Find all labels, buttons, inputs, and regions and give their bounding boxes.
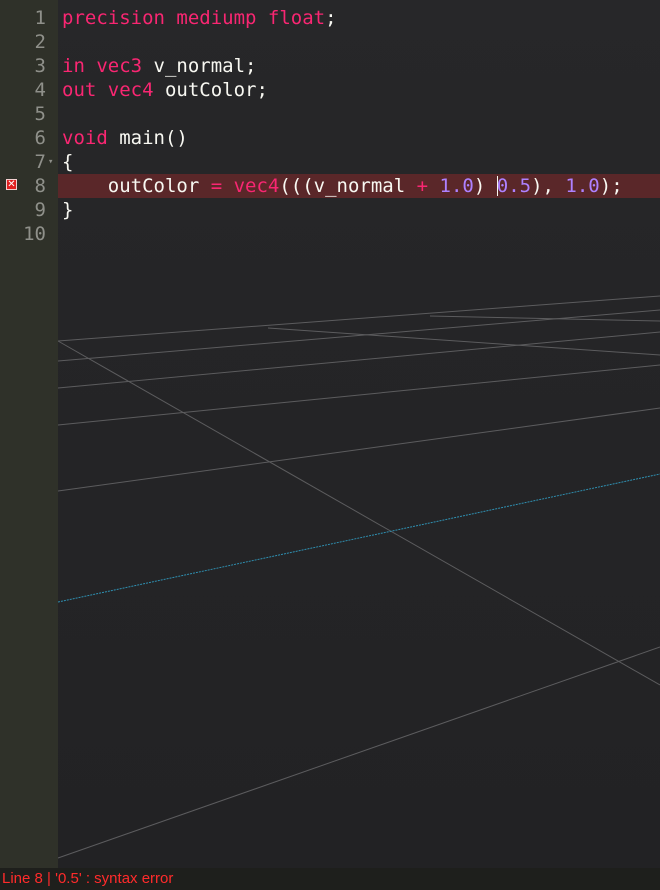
- code-token: 0.5: [496, 175, 532, 197]
- code-line[interactable]: }: [58, 198, 660, 222]
- fold-arrow-icon[interactable]: ▾: [48, 150, 56, 174]
- code-token: {: [62, 151, 74, 173]
- code-token: 1.0: [565, 175, 600, 197]
- line-number: 9: [34, 199, 46, 221]
- line-number: 4: [34, 79, 46, 101]
- code-token: ): [473, 175, 497, 197]
- code-token: 1.0: [439, 175, 474, 197]
- code-token: outColor: [107, 175, 200, 197]
- line-number: 1: [34, 7, 46, 29]
- code-token: in vec3: [62, 55, 143, 77]
- code-line[interactable]: {: [58, 150, 660, 174]
- code-editor[interactable]: precision mediump float; in vec3 v_norma…: [58, 0, 660, 868]
- code-line[interactable]: out vec4 outColor;: [58, 78, 660, 102]
- code-token: v_normal;: [142, 55, 257, 77]
- code-line[interactable]: void main(): [58, 126, 660, 150]
- code-token: = vec4: [199, 175, 280, 197]
- status-bar: Line 8 | '0.5' : syntax error: [0, 868, 660, 890]
- code-line[interactable]: in vec3 v_normal;: [58, 54, 660, 78]
- code-line[interactable]: precision mediump float;: [58, 6, 660, 30]
- status-error-text: Line 8 | '0.5' : syntax error: [2, 870, 174, 887]
- code-token: precision mediump float: [62, 7, 326, 29]
- code-token: void: [62, 127, 108, 149]
- line-number: 10: [23, 223, 46, 245]
- line-number: 7: [34, 151, 46, 173]
- code-token: out vec4: [62, 79, 154, 101]
- code-token: main(): [107, 127, 188, 149]
- line-number: 3: [34, 55, 46, 77]
- code-token: ;: [325, 7, 337, 29]
- line-number: 6: [34, 127, 46, 149]
- line-number: 2: [34, 31, 46, 53]
- code-token: (((v_normal: [279, 175, 417, 197]
- code-line-error[interactable]: outColor = vec4(((v_normal + 1.0) 0.5), …: [58, 174, 660, 198]
- code-token: );: [599, 175, 623, 197]
- code-token: +: [416, 175, 429, 197]
- line-number-gutter[interactable]: 1 2 3 4 5 6 7 ▾ ✕ 8 9 10: [0, 0, 58, 868]
- line-number: 8: [34, 175, 46, 197]
- line-number: 5: [34, 103, 46, 125]
- code-token: ),: [531, 175, 566, 197]
- code-token: }: [62, 199, 74, 221]
- code-token: outColor;: [153, 79, 268, 101]
